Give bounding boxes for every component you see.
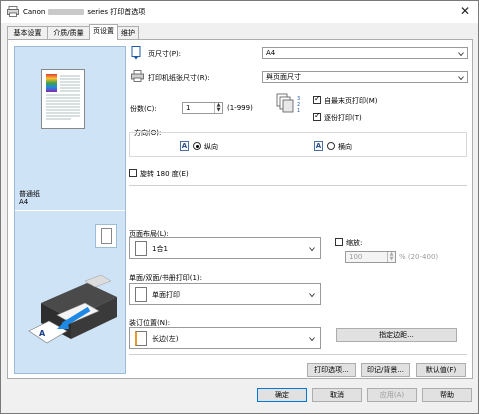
printer-preferences-window: Canon series 打印首选项 ✕ 基本设置 介质/质量 页设置 维护 普… — [0, 0, 479, 414]
landscape-icon: A — [314, 141, 323, 151]
close-icon[interactable]: ✕ — [460, 4, 470, 18]
preview-pane: 普通纸 A4 A — [14, 46, 126, 374]
window-title-brand: Canon — [23, 8, 46, 16]
paper-thumb-button[interactable] — [95, 224, 117, 248]
printer-app-icon — [7, 6, 19, 17]
tab-media-quality[interactable]: 介质/质量 — [47, 26, 90, 39]
duplex-icon — [135, 287, 147, 302]
printer-paper-size-value: 與页面尺寸 — [266, 73, 301, 81]
duplex-select[interactable]: 单面打印 — [129, 283, 321, 305]
help-button[interactable]: 帮助 — [422, 388, 472, 402]
portrait-label: 纵向 — [204, 143, 218, 151]
page-setup-panel: 普通纸 A4 A 页尺寸(P): A4 打印机纸张尺寸(R): 與页面尺寸 份数… — [7, 39, 473, 379]
duplex-value: 单面打印 — [152, 291, 180, 299]
stamp-background-button[interactable]: 印记/背景... — [361, 363, 410, 377]
scaling-input[interactable]: 100 ▲ ▼ — [345, 251, 396, 263]
rotate-180-checkbox[interactable] — [129, 169, 137, 177]
stapling-icon — [135, 331, 147, 346]
rotate-180-label: 旋转 180 度(E) — [140, 170, 189, 178]
stapling-select[interactable]: 长边(左) — [129, 327, 321, 349]
page-layout-value: 1合1 — [152, 245, 168, 253]
close-button[interactable]: ✕ — [458, 4, 472, 18]
chevron-down-icon — [458, 52, 464, 57]
apply-button[interactable]: 应用(A) — [367, 388, 417, 402]
ok-button[interactable]: 确定 — [257, 388, 307, 402]
print-from-last-page-checkbox[interactable] — [313, 94, 321, 104]
portrait-icon: A — [180, 141, 189, 151]
scaling-spinner[interactable]: ▲ ▼ — [387, 252, 395, 262]
landscape-radio[interactable] — [327, 142, 335, 150]
paper-thumb-icon — [101, 228, 112, 244]
duplex-label: 单面/双面/书册打印(1): — [129, 274, 202, 282]
collate-label: 逐份打印(T) — [324, 114, 362, 122]
chevron-down-icon — [309, 247, 315, 252]
window-title-suffix: series 打印首选项 — [87, 8, 146, 16]
printer-paper-size-icon — [131, 70, 144, 82]
chevron-down-icon — [309, 293, 315, 298]
collate-checkbox[interactable] — [313, 111, 321, 121]
window-title: Canon series 打印首选项 — [23, 7, 145, 17]
specify-margin-button[interactable]: 指定边距... — [336, 328, 457, 342]
tab-maintenance[interactable]: 维护 — [117, 26, 139, 39]
scaling-checkbox[interactable] — [335, 238, 343, 246]
print-from-last-page-label: 自最末页打印(M) — [324, 97, 378, 105]
printer-paper-size-label: 打印机纸张尺寸(R): — [148, 74, 210, 82]
tab-basic-settings[interactable]: 基本设置 — [7, 26, 48, 39]
section-divider — [129, 185, 467, 186]
scaling-value[interactable]: 100 — [349, 253, 362, 261]
defaults-button[interactable]: 默认值(F) — [416, 363, 466, 377]
scaling-label: 缩放: — [346, 239, 363, 247]
page-size-label: 页尺寸(P): — [148, 50, 182, 58]
portrait-radio[interactable] — [193, 142, 201, 150]
print-options-button[interactable]: 打印选项... — [307, 363, 356, 377]
copies-range: (1-999) — [227, 104, 253, 112]
chevron-down-icon — [309, 337, 315, 342]
copies-input[interactable]: 1 ▲ ▼ — [182, 102, 223, 114]
stapling-value: 长边(左) — [152, 335, 179, 343]
page-layout-select[interactable]: 1合1 — [129, 237, 321, 259]
paper-size-label: A4 — [19, 198, 29, 206]
title-bar: Canon series 打印首选项 ✕ — [1, 1, 478, 23]
copies-label: 份数(C): — [130, 105, 157, 113]
svg-text:1: 1 — [297, 108, 300, 114]
printer-illustration: A — [28, 274, 117, 344]
printer-paper-size-select[interactable]: 與页面尺寸 — [262, 71, 468, 83]
cancel-button[interactable]: 取消 — [312, 388, 362, 402]
svg-text:A: A — [39, 329, 46, 338]
collate-icon: 3 2 1 — [276, 93, 300, 114]
page-preview-image — [41, 69, 85, 129]
section-divider-bottom — [129, 354, 467, 355]
redacted-model-name — [48, 9, 85, 15]
page-size-select[interactable]: A4 — [262, 47, 468, 59]
page-size-icon — [131, 46, 141, 60]
copies-spinner[interactable]: ▲ ▼ — [214, 103, 222, 113]
page-layout-icon — [135, 241, 147, 256]
preview-divider — [15, 210, 125, 211]
page-size-value: A4 — [266, 49, 276, 57]
scaling-range: % (20-400) — [399, 253, 439, 261]
tab-page-setup[interactable]: 页设置 — [89, 24, 118, 40]
chevron-down-icon — [458, 76, 464, 81]
landscape-label: 横向 — [338, 143, 352, 151]
copies-value[interactable]: 1 — [186, 104, 190, 112]
